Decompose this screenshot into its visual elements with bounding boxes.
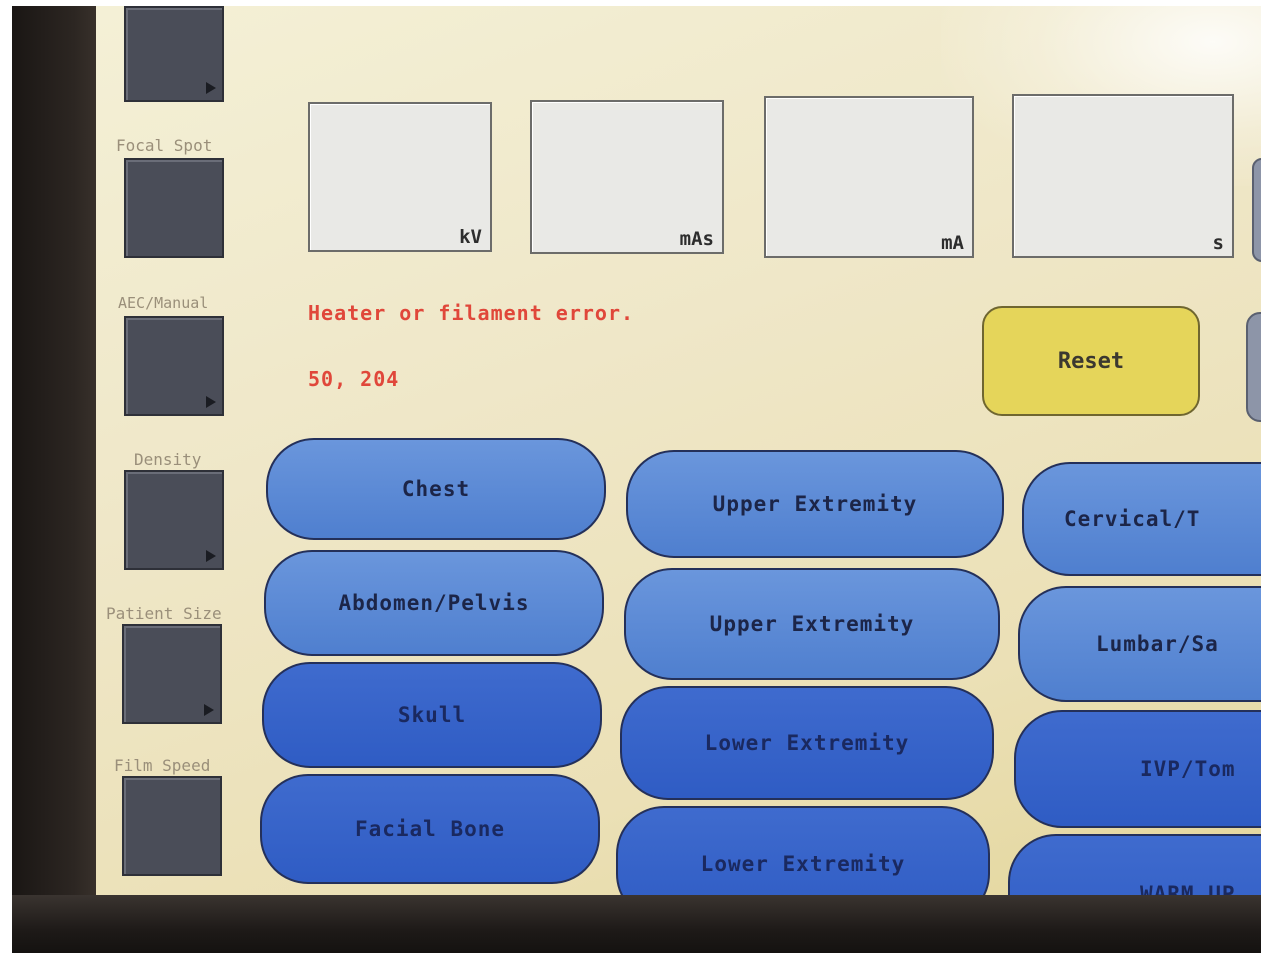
- procedure-lower-extremity-1-button[interactable]: Lower Extremity: [620, 686, 994, 800]
- focal-spot-button[interactable]: [124, 158, 224, 258]
- aec-manual-label: AEC/Manual: [118, 294, 209, 312]
- mas-unit-label: mAs: [679, 228, 714, 250]
- procedure-ivp-button[interactable]: IVP/Tom: [1014, 710, 1261, 828]
- triangle-right-icon: [206, 82, 216, 94]
- offscreen-button-top[interactable]: [1252, 158, 1261, 262]
- procedure-lower-extremity-2-button[interactable]: Lower Extremity: [616, 806, 990, 898]
- triangle-right-icon: [206, 396, 216, 408]
- top-selector-button[interactable]: [124, 6, 224, 102]
- procedure-skull-button[interactable]: Skull: [262, 662, 602, 768]
- kv-unit-label: kV: [459, 226, 482, 248]
- triangle-right-icon: [204, 704, 214, 716]
- focal-spot-label: Focal Spot: [116, 136, 213, 155]
- procedure-upper-extremity-1-button[interactable]: Upper Extremity: [626, 450, 1004, 558]
- reset-button[interactable]: Reset: [982, 306, 1200, 416]
- patient-size-button[interactable]: [122, 624, 222, 724]
- density-button[interactable]: [124, 470, 224, 570]
- monitor-bezel-left: [12, 6, 100, 953]
- procedure-facial-bone-button[interactable]: Facial Bone: [260, 774, 600, 884]
- error-code: 50, 204: [308, 367, 400, 391]
- ma-readout: mA: [764, 96, 974, 258]
- film-speed-label: Film Speed: [114, 756, 211, 775]
- touch-screen: Focal Spot AEC/Manual Density Patient Si…: [96, 6, 1261, 898]
- procedure-lumbar-button[interactable]: Lumbar/Sa: [1018, 586, 1261, 702]
- procedure-warm-up-button[interactable]: WARM UP: [1008, 834, 1261, 898]
- aec-manual-button[interactable]: [124, 316, 224, 416]
- procedure-upper-extremity-2-button[interactable]: Upper Extremity: [624, 568, 1000, 680]
- mas-readout: mAs: [530, 100, 724, 254]
- error-message: Heater or filament error.: [308, 301, 635, 325]
- s-unit-label: s: [1212, 232, 1224, 254]
- patient-size-label: Patient Size: [106, 604, 222, 623]
- procedure-cervical-button[interactable]: Cervical/T: [1022, 462, 1261, 576]
- triangle-right-icon: [206, 550, 216, 562]
- procedure-chest-button[interactable]: Chest: [266, 438, 606, 540]
- monitor-bezel-bottom: [12, 895, 1261, 953]
- s-readout: s: [1012, 94, 1234, 258]
- kv-readout: kV: [308, 102, 492, 252]
- film-speed-button[interactable]: [122, 776, 222, 876]
- offscreen-button-middle[interactable]: [1246, 312, 1261, 422]
- density-label: Density: [134, 450, 202, 469]
- ma-unit-label: mA: [941, 232, 964, 254]
- procedure-abdomen-pelvis-button[interactable]: Abdomen/Pelvis: [264, 550, 604, 656]
